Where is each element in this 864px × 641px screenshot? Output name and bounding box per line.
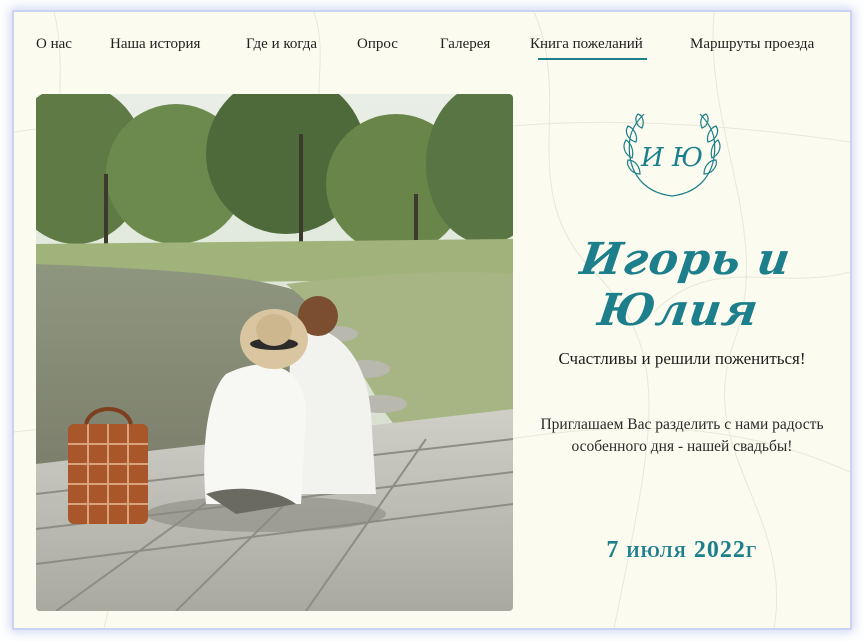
nav-item-gallery[interactable]: Галерея	[440, 36, 490, 53]
page-frame: О нас Наша история Где и когда Опрос Гал…	[14, 12, 850, 628]
hero-text-panel: И Ю Игорь и Юлия Счастливы и решили поже…	[514, 94, 850, 611]
nav-item-our-story[interactable]: Наша история	[110, 36, 200, 53]
monogram-initials: И Ю	[640, 143, 703, 173]
nav-item-directions[interactable]: Маршруты проезда	[690, 36, 814, 53]
wedding-date: 7 июля 2022г	[606, 537, 758, 563]
nav-item-where-when[interactable]: Где и когда	[246, 36, 317, 53]
main-nav: О нас Наша история Где и когда Опрос Гал…	[14, 36, 850, 64]
invitation-text: Приглашаем Вас разделить с нами радость …	[540, 416, 824, 455]
couple-names: Игорь и Юлия	[577, 234, 795, 336]
hero-photo	[36, 94, 513, 611]
nav-item-about[interactable]: О нас	[36, 36, 72, 53]
monogram-wreath: И Ю	[616, 108, 728, 204]
tagline: Счастливы и решили пожениться!	[558, 349, 806, 368]
nav-item-guestbook[interactable]: Книга пожеланий	[530, 36, 647, 60]
nav-item-poll[interactable]: Опрос	[357, 36, 398, 53]
